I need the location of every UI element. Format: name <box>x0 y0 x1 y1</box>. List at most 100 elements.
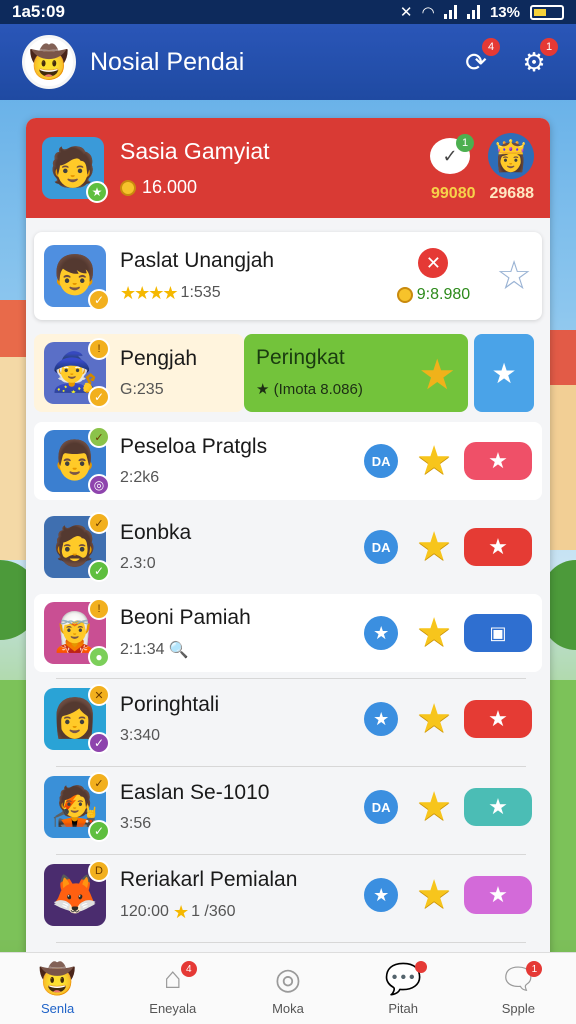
list-item[interactable]: 👦 ✓ Paslat Unangjah ★★★★ 1:535 ✕ 9:8.980… <box>34 232 542 320</box>
favorite-button[interactable]: ★ <box>464 528 532 566</box>
player-avatar: 🧑 ★ <box>42 137 108 203</box>
badge-button[interactable]: DA <box>364 444 399 478</box>
nav-item-spple[interactable]: 🗨 1 Spple <box>468 961 568 1016</box>
list-item[interactable]: 🧝 ! ● Beoni Pamiah 2:1:34 🔍 ★ ★ ▣ <box>34 594 542 672</box>
player-name: Reriakarl Pemialan <box>120 867 298 891</box>
house-icon: ⌂ <box>163 962 182 995</box>
level-badge-icon: ✓ <box>88 820 110 842</box>
star-icon[interactable]: ★ <box>416 787 452 827</box>
player-info: Peseloa Pratgls 2:2k6 <box>120 435 364 487</box>
star-icon[interactable]: ★ <box>416 875 452 915</box>
favorite-button[interactable]: ★ <box>464 876 532 914</box>
app-title: Nosial Pendai <box>90 47 245 76</box>
list-item[interactable]: 🧔 ✓ ✓ Eonbka 2.3:0 DA ★ ★ <box>34 508 542 586</box>
divider <box>56 942 526 943</box>
list-item[interactable]: 🧑‍🎤 ✓ ✓ Easlan Se-1010 3:56 DA ★ ★ <box>34 768 542 846</box>
player-avatar: 🧝 ! ● <box>44 598 110 668</box>
rank-badge-icon: ✓ <box>88 512 110 534</box>
rank-badge-icon: ! <box>88 598 110 620</box>
player-avatar: 👦 ✓ <box>44 245 110 311</box>
nav-label: Eneyala <box>149 1001 197 1016</box>
level-badge-icon: ✓ <box>88 289 110 311</box>
rating-stars-icon: ★★★★ <box>120 282 179 303</box>
current-player-card[interactable]: 🧑 ★ Sasia Gamyiat 16.000 ✓ 1 👸 99080 296… <box>26 118 550 218</box>
star-badge-button[interactable]: ★ <box>364 878 399 912</box>
star-icon[interactable]: ★ <box>416 613 452 653</box>
score-b: 29688 <box>489 185 535 202</box>
coins-value: 16.000 <box>142 177 198 197</box>
nav-item-pitah[interactable]: 💬 Pitah <box>353 961 453 1016</box>
star-icon[interactable]: ★ <box>416 699 452 739</box>
list-item[interactable]: 🧙 ! ✓ Pengjah G:235 <box>34 334 244 412</box>
level-badge-icon: ✓ <box>88 732 110 754</box>
star-badge-button[interactable]: ★ <box>364 616 399 650</box>
top-card-scores: 99080 29688 <box>431 185 534 203</box>
top-card-right: ✓ 1 👸 99080 29688 <box>430 133 534 203</box>
battery-icon <box>530 4 564 20</box>
hero-avatar-icon[interactable]: 👸 <box>488 133 534 179</box>
background-house-right <box>546 330 576 550</box>
rank-badge-icon: ! <box>88 338 110 360</box>
badge-button[interactable]: DA <box>364 790 399 824</box>
nav-item-moka[interactable]: ◎ Moka <box>238 961 338 1017</box>
signal-icon <box>443 5 457 19</box>
player-info: Reriakarl Pemialan 120:00 ★ 1 /360 <box>120 868 364 923</box>
divider <box>56 854 526 855</box>
rank-badge-icon: ✕ <box>88 684 110 706</box>
player-info: Pengjah G:235 <box>120 347 234 399</box>
level-badge-icon: ✓ <box>88 386 110 408</box>
close-icon[interactable]: ✕ <box>418 248 449 278</box>
player-name: Poringhtali <box>120 693 220 716</box>
current-player-name: Sasia Gamyiat <box>120 138 270 164</box>
card-button[interactable]: ▣ <box>464 614 532 652</box>
favorite-star-icon[interactable]: ☆ <box>496 253 532 299</box>
nav-badge: 4 <box>180 961 197 977</box>
divider <box>56 678 526 679</box>
chat-button[interactable]: ✓ 1 <box>430 134 474 174</box>
favorite-button[interactable]: ★ <box>464 788 532 826</box>
level-badge-icon: ★ <box>86 181 108 203</box>
rank-badge-icon: ✓ <box>88 426 110 448</box>
player-name: Pengjah <box>120 347 198 370</box>
notification-button[interactable]: ⟳ 4 <box>456 38 500 82</box>
list-item[interactable]: 👨 ✓ ◎ Peseloa Pratgls 2:2k6 DA ★ ★ <box>34 422 542 500</box>
favorite-button[interactable]: ★ <box>474 334 534 412</box>
bottom-nav: 🤠 Senla ⌂ 4 Eneyala ◎ Moka 💬 Pitah 🗨 1 S… <box>0 952 576 1024</box>
level-badge-icon: ● <box>88 646 110 668</box>
player-name: Eonbka <box>120 521 192 544</box>
divider <box>56 766 526 767</box>
chat-badge: 1 <box>456 134 474 152</box>
star-icon: ★ <box>491 357 517 389</box>
top-card-icons: ✓ 1 👸 <box>430 133 534 179</box>
player-avatar: 👩 ✕ ✓ <box>44 684 110 754</box>
nav-label: Pitah <box>388 1001 418 1016</box>
star-icon[interactable]: ★ <box>416 441 452 481</box>
current-player-coins: 16.000 <box>120 177 430 198</box>
level-badge-icon: ✓ <box>88 560 110 582</box>
nav-badge: 1 <box>526 961 543 977</box>
signal-icon-2 <box>466 5 480 19</box>
nav-label: Senla <box>40 1001 75 1016</box>
leaderboard-panel: 🧑 ★ Sasia Gamyiat 16.000 ✓ 1 👸 99080 296… <box>26 118 550 964</box>
star-badge-button[interactable]: ★ <box>364 702 399 736</box>
nav-label: Moka <box>272 1001 304 1016</box>
player-name: Beoni Pamiah <box>120 606 251 629</box>
player-sub: 2:2k6 <box>120 469 160 486</box>
player-sub: 2:1:34 🔍 <box>120 641 189 659</box>
hero-icon: 🤠 <box>38 962 77 996</box>
settings-button[interactable]: ⚙ 1 <box>514 38 558 82</box>
player-sub: 120:00 ★ 1 /360 <box>120 901 236 922</box>
list-item[interactable]: 👩 ✕ ✓ Poringhtali 3:340 ★ ★ ★ <box>34 680 542 758</box>
ranking-card[interactable]: Peringkat ★ (Imota 8.086) ★ <box>244 334 468 412</box>
favorite-button[interactable]: ★ <box>464 700 532 738</box>
badge-button[interactable]: DA <box>364 530 399 564</box>
nav-item-senla[interactable]: 🤠 Senla <box>8 961 108 1017</box>
star-icon[interactable]: ★ <box>416 527 452 567</box>
player-sub: 3:56 <box>120 815 152 832</box>
profile-avatar[interactable]: 🤠 <box>22 35 76 89</box>
favorite-button[interactable]: ★ <box>464 442 532 480</box>
rank-badge-icon: ✓ <box>88 772 110 794</box>
list-item[interactable]: 🦊 D Reriakarl Pemialan 120:00 ★ 1 /360 ★… <box>34 856 542 934</box>
app-header: 🤠 Nosial Pendai ⟳ 4 ⚙ 1 <box>0 24 576 100</box>
nav-item-eneyala[interactable]: ⌂ 4 Eneyala <box>123 961 223 1016</box>
